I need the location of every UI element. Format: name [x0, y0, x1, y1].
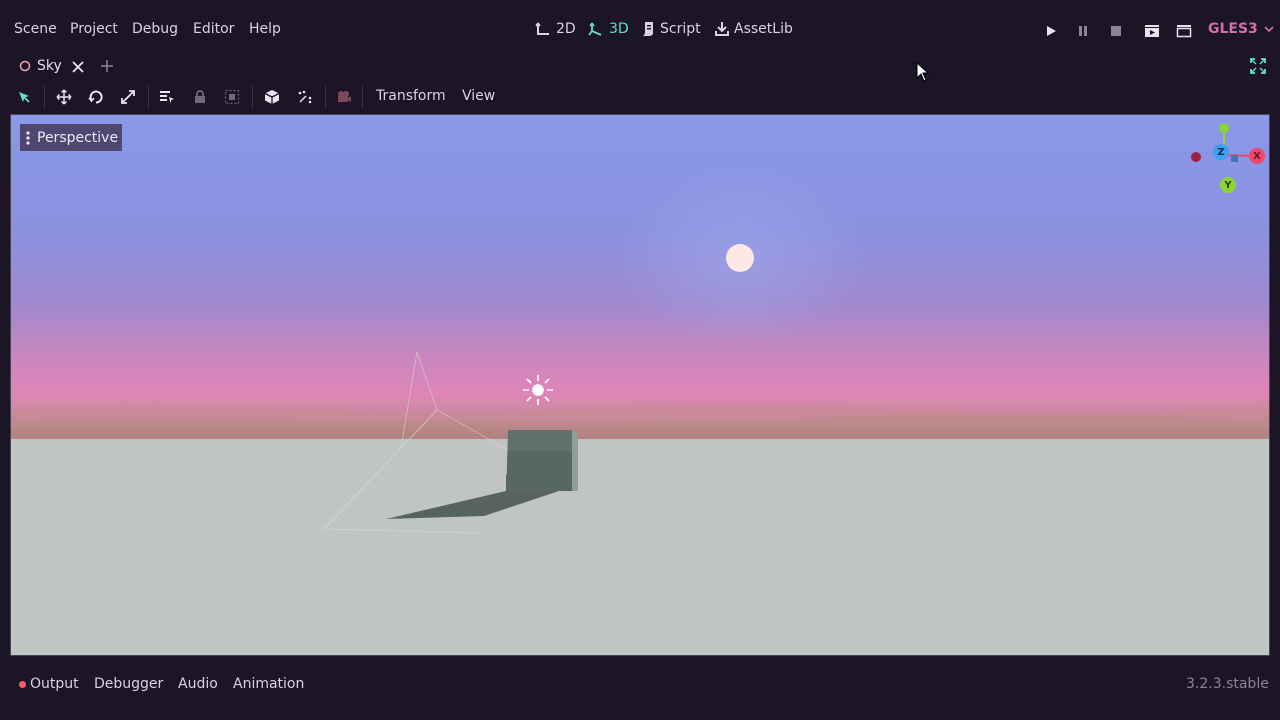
- workspace-2d-button[interactable]: 2D: [535, 21, 576, 37]
- scene-tab[interactable]: Sky: [19, 56, 62, 76]
- perspective-label: Perspective: [37, 129, 119, 146]
- new-tab-button[interactable]: [100, 58, 114, 72]
- workspace-assetlib-button[interactable]: AssetLib: [715, 21, 793, 37]
- play-icon: [1047, 26, 1056, 36]
- play-scene-button[interactable]: [1143, 22, 1161, 40]
- 3d-viewport[interactable]: X Z Y Perspective: [10, 114, 1270, 656]
- workspace-3d-button[interactable]: 3D: [588, 21, 629, 37]
- lock-button[interactable]: [190, 88, 210, 106]
- play-button[interactable]: [1042, 22, 1060, 40]
- sun-disc: [726, 244, 754, 272]
- gizmo-z-axis[interactable]: Z: [1213, 144, 1229, 160]
- scene-gizmos-layer: [11, 123, 1269, 534]
- renderer-label: GLES3: [1208, 21, 1258, 37]
- transform-menu[interactable]: Transform: [376, 88, 446, 104]
- group-icon: [224, 89, 240, 105]
- workspace-script-label: Script: [660, 21, 701, 37]
- snap-button[interactable]: [295, 88, 315, 106]
- top-menu-bar: Scene Project Debug Editor Help 2D 3D Sc…: [0, 0, 1280, 54]
- stop-icon: [1111, 26, 1121, 36]
- select-arrow-icon: [19, 92, 30, 103]
- version-label: 3.2.3.stable: [1186, 676, 1269, 692]
- select-mode-button[interactable]: [14, 88, 34, 106]
- download-icon: [715, 22, 729, 36]
- scene-tab-label: Sky: [37, 58, 62, 74]
- camera-icon: [338, 91, 351, 102]
- menu-help[interactable]: Help: [249, 21, 281, 37]
- script-icon: [643, 22, 653, 36]
- list-select-icon: [160, 91, 174, 103]
- toolbar-separator: [44, 86, 45, 108]
- menu-scene[interactable]: Scene: [14, 21, 57, 37]
- cube-icon: [264, 90, 280, 104]
- lock-icon: [195, 90, 205, 103]
- bottom-tab-animation[interactable]: Animation: [233, 676, 304, 692]
- chevron-down-icon: [1264, 26, 1274, 33]
- workspace-2d-label: 2D: [556, 21, 576, 37]
- unsaved-circle-icon: [19, 60, 31, 72]
- local-space-button[interactable]: [262, 88, 282, 106]
- menu-editor[interactable]: Editor: [193, 21, 234, 37]
- clapperboard-play-icon: [1145, 25, 1159, 37]
- move-mode-button[interactable]: [54, 88, 74, 106]
- toolbar-separator: [362, 86, 363, 108]
- play-custom-scene-button[interactable]: [1175, 22, 1193, 40]
- group-button[interactable]: [222, 88, 242, 106]
- view-menu[interactable]: View: [462, 88, 495, 104]
- bottom-tab-output[interactable]: Output: [30, 676, 79, 692]
- cursor-arrow-icon: [916, 61, 930, 82]
- light-gizmo-icon: [523, 375, 553, 405]
- plus-icon: [101, 60, 113, 72]
- mouse-cursor: [916, 61, 930, 86]
- close-icon: [72, 61, 84, 73]
- bottom-tab-debugger[interactable]: Debugger: [94, 676, 163, 692]
- output-error-indicator: [19, 681, 26, 688]
- move-icon: [56, 89, 72, 105]
- close-tab-button[interactable]: [71, 59, 85, 73]
- toolbar-separator: [325, 86, 326, 108]
- toolbar-separator: [252, 86, 253, 108]
- distraction-free-button[interactable]: [1250, 58, 1266, 74]
- renderer-select[interactable]: GLES3: [1208, 21, 1274, 37]
- stop-button[interactable]: [1107, 22, 1125, 40]
- bottom-tab-audio[interactable]: Audio: [178, 676, 218, 692]
- vertical-ellipsis-icon: [26, 130, 30, 145]
- pause-icon: [1079, 26, 1087, 36]
- clapperboard-icon: [1176, 25, 1192, 38]
- menu-debug[interactable]: Debug: [132, 21, 178, 37]
- 3d-icon: [588, 22, 602, 36]
- pause-button[interactable]: [1074, 22, 1092, 40]
- scale-icon: [121, 90, 135, 104]
- workspace-3d-label: 3D: [609, 21, 629, 37]
- gizmo-x-axis[interactable]: X: [1249, 148, 1265, 164]
- rotate-icon: [88, 90, 103, 104]
- menu-project[interactable]: Project: [70, 21, 118, 37]
- perspective-menu-button[interactable]: Perspective: [20, 124, 123, 151]
- camera-override-button[interactable]: [334, 88, 354, 106]
- scale-mode-button[interactable]: [118, 88, 138, 106]
- 2d-icon: [535, 22, 549, 35]
- list-select-button[interactable]: [157, 88, 177, 106]
- horizon-cloud-streaks: [11, 405, 1269, 416]
- snap-icon: [298, 90, 312, 104]
- gizmo-y-axis[interactable]: Y: [1220, 177, 1236, 193]
- expand-icon: [1250, 58, 1266, 74]
- toolbar-separator: [148, 86, 149, 108]
- workspace-script-button[interactable]: Script: [641, 21, 701, 37]
- rotate-mode-button[interactable]: [86, 88, 106, 106]
- workspace-assetlib-label: AssetLib: [734, 21, 793, 37]
